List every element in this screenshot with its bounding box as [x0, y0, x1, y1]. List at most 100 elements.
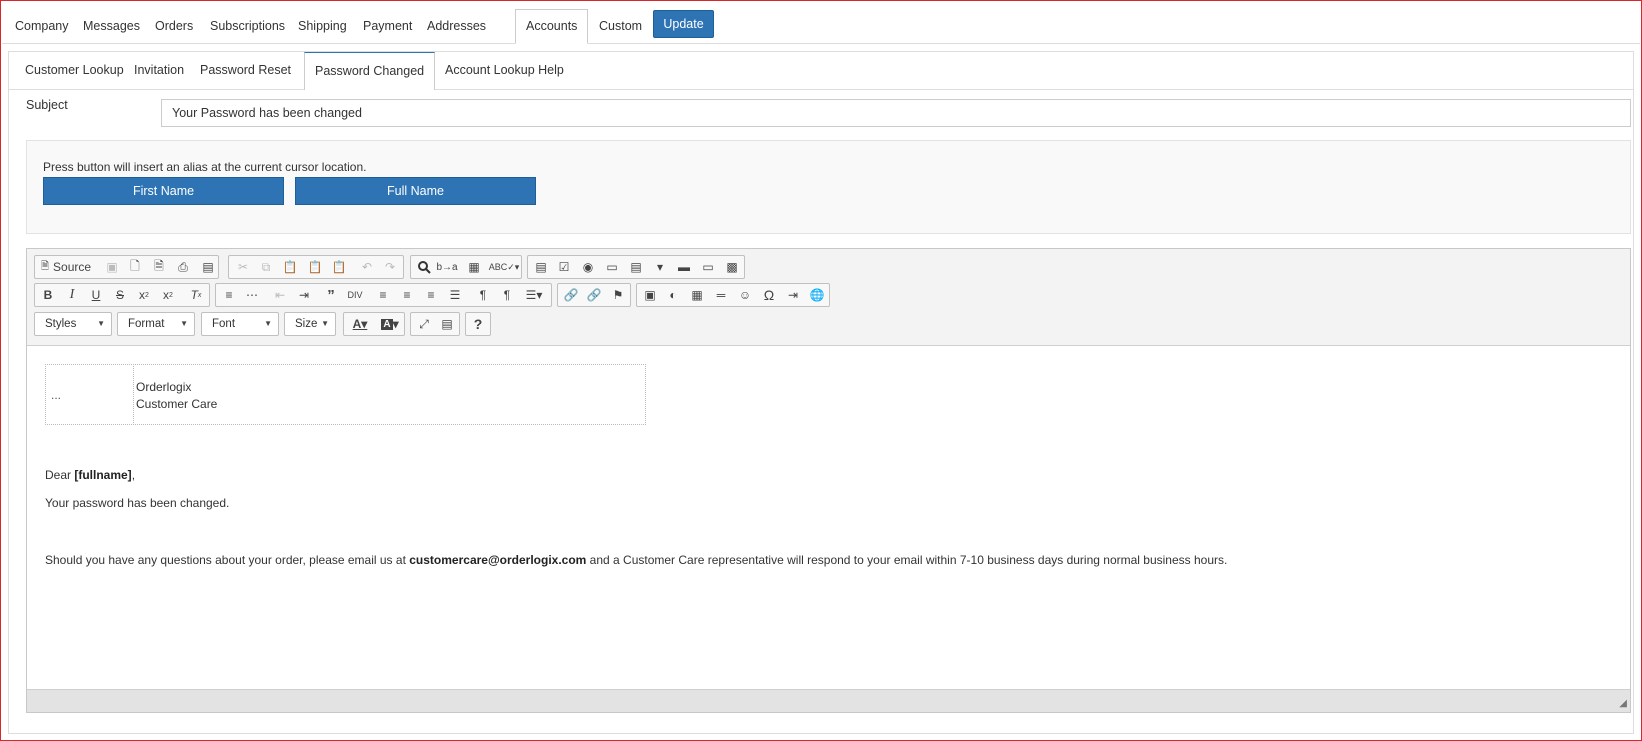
- toolbar-group-paragraph: ≡ ⋯ ⇤ ⇥ ” DIV ≡ ≡ ≡ ☰ ¶ ¶ ☰▾: [215, 283, 552, 307]
- align-center-icon[interactable]: ≡: [396, 285, 418, 305]
- smiley-icon[interactable]: ☺: [734, 285, 756, 305]
- anchor-flag-icon[interactable]: ⚑: [607, 285, 629, 305]
- undo-icon[interactable]: ↶: [356, 257, 378, 277]
- alias-hint: Press button will insert an alias at the…: [43, 160, 367, 174]
- new-page-icon[interactable]: 🗋: [124, 257, 146, 277]
- toolbar-group-links: 🔗 🔗 ⚑: [557, 283, 631, 307]
- flash-icon[interactable]: ◐: [662, 285, 684, 305]
- maximize-icon[interactable]: ⤢: [413, 314, 435, 334]
- greeting-dear: Dear: [45, 468, 75, 482]
- ltr-icon[interactable]: ¶: [472, 285, 494, 305]
- font-label: Font: [212, 318, 236, 330]
- tab-addresses[interactable]: Addresses: [427, 10, 486, 43]
- align-right-icon[interactable]: ≡: [420, 285, 442, 305]
- tab-shipping[interactable]: Shipping: [298, 10, 347, 43]
- format-select[interactable]: Format ▼: [117, 312, 195, 336]
- image-icon[interactable]: ▣: [639, 285, 661, 305]
- link-icon[interactable]: 🔗: [560, 285, 582, 305]
- table-icon[interactable]: ▦: [686, 285, 708, 305]
- rtl-icon[interactable]: ¶: [496, 285, 518, 305]
- editor-content[interactable]: ... Orderlogix Customer Care Dear [fulln…: [27, 346, 1630, 676]
- greeting-line: Dear [fullname],: [45, 468, 135, 482]
- alias-box: Press button will insert an alias at the…: [26, 140, 1631, 234]
- paste-text-icon[interactable]: 📋: [304, 257, 326, 277]
- paste-icon[interactable]: 📋: [279, 257, 301, 277]
- toolbar-group-document: 🗎 Source ▣ 🗋 🗎 ⎙ ▤: [34, 255, 219, 279]
- redo-icon[interactable]: ↷: [379, 257, 401, 277]
- align-left-icon[interactable]: ≡: [372, 285, 394, 305]
- bulleted-list-icon[interactable]: ⋯: [241, 285, 263, 305]
- subject-input[interactable]: [161, 99, 1631, 127]
- tab-custom[interactable]: Custom: [599, 10, 642, 43]
- toolbar-group-tools: ⤢ ▤: [410, 312, 460, 336]
- superscript-icon[interactable]: x2: [157, 285, 179, 305]
- templates-icon[interactable]: ▤: [197, 257, 219, 277]
- size-select[interactable]: Size ▼: [284, 312, 336, 336]
- language-icon[interactable]: ☰▾: [520, 285, 548, 305]
- tab-company[interactable]: Company: [15, 10, 69, 43]
- italic-icon[interactable]: I: [61, 285, 83, 305]
- tab-orders[interactable]: Orders: [155, 10, 193, 43]
- page-break-icon[interactable]: ⇥: [782, 285, 804, 305]
- hidden-field-icon[interactable]: ▩: [721, 257, 743, 277]
- subtab-invitation[interactable]: Invitation: [134, 52, 184, 89]
- select-field-icon[interactable]: ▾: [649, 257, 671, 277]
- blockquote-icon[interactable]: ”: [320, 285, 342, 305]
- styles-select[interactable]: Styles ▼: [34, 312, 112, 336]
- subtab-customer-lookup[interactable]: Customer Lookup: [25, 52, 124, 89]
- div-container-icon[interactable]: DIV: [344, 285, 366, 305]
- textarea-icon[interactable]: ▤: [625, 257, 647, 277]
- underline-icon[interactable]: U: [85, 285, 107, 305]
- subtab-password-reset[interactable]: Password Reset: [200, 52, 291, 89]
- spellcheck-icon[interactable]: ABC✓▾: [489, 257, 520, 277]
- copy-icon[interactable]: ⧉: [255, 257, 277, 277]
- background-color-icon[interactable]: A ▾: [376, 314, 404, 334]
- preview-icon[interactable]: 🗎: [148, 257, 170, 277]
- save-icon[interactable]: ▣: [101, 257, 123, 277]
- indent-icon[interactable]: ⇥: [293, 285, 315, 305]
- remove-format-icon[interactable]: Tx: [185, 285, 207, 305]
- image-button-icon[interactable]: ▭: [697, 257, 719, 277]
- unlink-icon[interactable]: 🔗: [583, 285, 605, 305]
- source-label: Source: [53, 260, 92, 274]
- justify-icon[interactable]: ☰: [444, 285, 466, 305]
- subject-label: Subject: [26, 98, 68, 112]
- subscript-icon[interactable]: x2: [133, 285, 155, 305]
- cut-icon[interactable]: ✂: [232, 257, 254, 277]
- tab-payment[interactable]: Payment: [363, 10, 412, 43]
- tab-accounts[interactable]: Accounts: [515, 9, 589, 44]
- bold-icon[interactable]: B: [37, 285, 59, 305]
- subtab-account-lookup-help[interactable]: Account Lookup Help: [445, 52, 564, 89]
- text-color-icon[interactable]: A▾: [346, 314, 374, 334]
- subtab-password-changed[interactable]: Password Changed: [304, 52, 436, 90]
- help-icon[interactable]: ?: [467, 314, 489, 334]
- paste-word-icon[interactable]: 📋: [328, 257, 350, 277]
- resize-handle-icon[interactable]: ◢: [1619, 698, 1627, 709]
- horizontal-line-icon[interactable]: ═: [710, 285, 732, 305]
- checkbox-icon[interactable]: ☑: [553, 257, 575, 277]
- button-field-icon[interactable]: ▬: [673, 257, 695, 277]
- text-field-icon[interactable]: ▭: [601, 257, 623, 277]
- find-icon[interactable]: [413, 257, 435, 277]
- show-blocks-icon[interactable]: ▤: [436, 314, 458, 334]
- replace-icon[interactable]: b→a: [436, 257, 458, 277]
- special-char-icon[interactable]: Ω: [758, 285, 780, 305]
- chevron-down-icon: ▼: [97, 319, 105, 328]
- print-icon[interactable]: ⎙: [172, 257, 194, 277]
- tab-subscriptions[interactable]: Subscriptions: [210, 10, 285, 43]
- iframe-globe-icon[interactable]: 🌐: [806, 285, 828, 305]
- outdent-icon[interactable]: ⇤: [269, 285, 291, 305]
- full-name-button[interactable]: Full Name: [295, 177, 536, 205]
- select-all-icon[interactable]: ▦: [463, 257, 485, 277]
- first-name-button[interactable]: First Name: [43, 177, 284, 205]
- update-button[interactable]: Update: [653, 10, 714, 38]
- font-select[interactable]: Font ▼: [201, 312, 279, 336]
- source-button[interactable]: 🗎 Source: [37, 257, 95, 277]
- tab-messages[interactable]: Messages: [83, 10, 140, 43]
- numbered-list-icon[interactable]: ≡: [218, 285, 240, 305]
- signature-department: Customer Care: [136, 397, 218, 411]
- app-frame: Company Messages Orders Subscriptions Sh…: [0, 0, 1642, 741]
- radio-icon[interactable]: ◉: [577, 257, 599, 277]
- strike-icon[interactable]: S: [109, 285, 131, 305]
- form-icon[interactable]: ▤: [530, 257, 552, 277]
